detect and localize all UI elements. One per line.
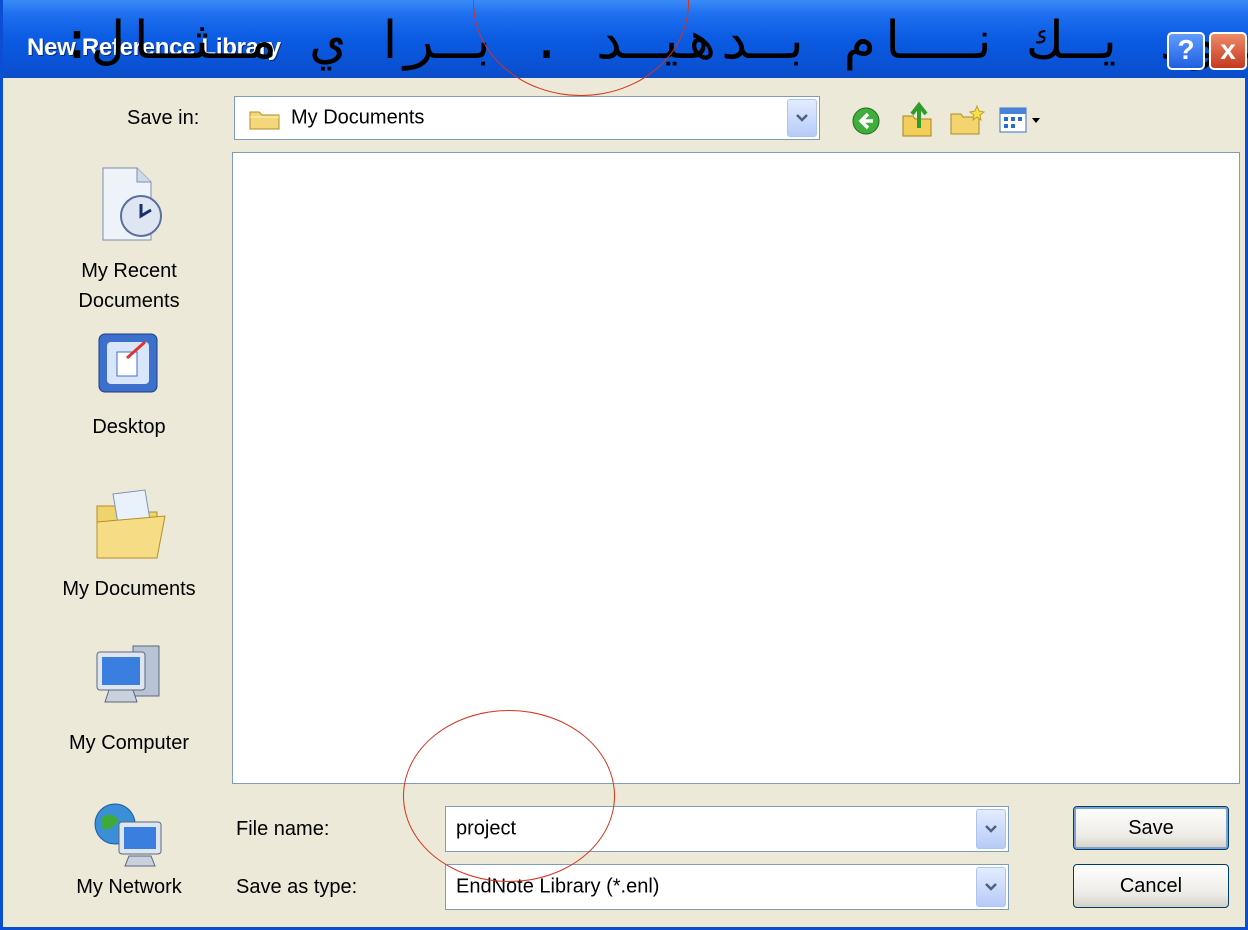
new-reference-library-dialog: New Reference Library ـود يـك نــام بـده… [0, 0, 1248, 930]
desktop-icon [89, 333, 169, 402]
new-folder-icon[interactable] [949, 104, 987, 140]
my-documents-icon [87, 489, 171, 566]
place-my-documents[interactable]: My Documents [37, 486, 221, 604]
annotation-circle-file-name [403, 710, 615, 882]
arabic-overlay-caption: ـود يـك نــام بـدهيـد . بـرا ي مـثـال: [61, 11, 1248, 71]
save-in-value: My Documents [291, 106, 425, 129]
place-label: My Recent Documents [78, 260, 180, 312]
up-folder-icon[interactable] [899, 100, 935, 142]
my-computer-icon [89, 645, 169, 722]
cancel-button[interactable]: Cancel [1073, 864, 1229, 908]
views-menu-icon[interactable] [999, 106, 1045, 138]
back-icon[interactable] [851, 106, 881, 140]
place-my-network[interactable]: My Network [37, 800, 221, 902]
folder-icon [249, 108, 281, 134]
chevron-down-icon[interactable] [976, 809, 1006, 849]
file-list-area[interactable] [232, 152, 1240, 784]
place-label: My Documents [62, 578, 196, 600]
chevron-down-icon[interactable] [787, 99, 817, 137]
place-my-computer[interactable]: My Computer [37, 642, 221, 758]
save-in-dropdown[interactable]: My Documents [234, 96, 820, 140]
save-button[interactable]: Save [1073, 806, 1229, 850]
place-label: My Computer [68, 732, 190, 754]
save-as-type-label: Save as type: [236, 876, 358, 898]
save-in-label: Save in: [127, 107, 200, 129]
annotation-circle-title [473, 0, 689, 96]
places-bar: My Recent Documents Desktop My Documents… [37, 152, 221, 922]
place-label: My Network [76, 876, 182, 898]
recent-documents-icon [89, 167, 169, 248]
file-name-label: File name: [236, 818, 330, 840]
place-label: Desktop [92, 416, 166, 438]
chevron-down-icon[interactable] [976, 867, 1006, 907]
close-button[interactable]: x [1209, 32, 1247, 70]
help-button[interactable]: ? [1167, 32, 1205, 70]
place-desktop[interactable]: Desktop [37, 328, 221, 442]
place-my-recent-documents[interactable]: My Recent Documents [37, 166, 221, 316]
